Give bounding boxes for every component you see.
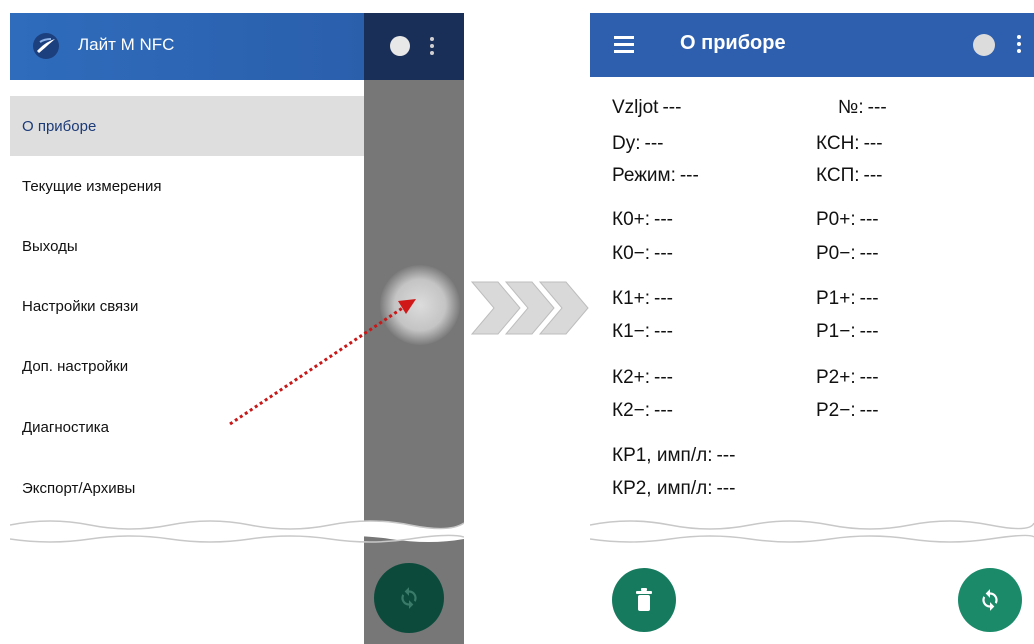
field-value: --- (654, 288, 673, 309)
field-p1-minus: Р1−: --- (816, 321, 879, 343)
field-label: К0+: (612, 209, 651, 230)
app-bar: О приборе (590, 13, 1034, 77)
chevron-arrows-icon (470, 281, 589, 335)
app-logo-icon (33, 33, 59, 59)
field-label: Р1−: (816, 321, 856, 342)
field-kp1: КР1, имп/л: --- (612, 445, 735, 467)
menu-item-extra-settings[interactable]: Доп. настройки (10, 336, 364, 396)
field-value: --- (679, 165, 699, 186)
field-value: --- (654, 209, 673, 230)
field-k0-plus: К0+: --- (612, 209, 673, 231)
menu-item-label: Экспорт/Архивы (22, 479, 136, 497)
field-value: --- (716, 445, 736, 466)
field-k2-plus: К2+: --- (612, 367, 673, 389)
delete-button[interactable] (612, 568, 676, 632)
field-label: К0−: (612, 243, 651, 264)
field-label: К2−: (612, 400, 651, 421)
menu-item-export-archives[interactable]: Экспорт/Архивы (10, 458, 364, 518)
field-number: №: --- (838, 97, 887, 119)
menu-item-diagnostics[interactable]: Диагностика (10, 397, 364, 457)
refresh-button[interactable] (958, 568, 1022, 632)
field-mode: Режим: --- (612, 165, 699, 187)
field-k2-minus: К2−: --- (612, 400, 673, 422)
menu-item-label: Настройки связи (22, 297, 139, 315)
menu-item-label: Доп. настройки (22, 357, 129, 375)
field-value: --- (859, 367, 879, 388)
field-label: К2+: (612, 367, 651, 388)
field-label: №: (838, 97, 864, 118)
field-label: Р0+: (816, 209, 856, 230)
field-label: Р1+: (816, 288, 856, 309)
menu-item-label: Текущие измерения (22, 177, 162, 195)
field-value: --- (716, 478, 736, 499)
field-label: КСП: (816, 165, 860, 186)
field-k1-plus: К1+: --- (612, 288, 673, 310)
field-label: Режим: (612, 165, 676, 186)
field-value: --- (859, 209, 879, 230)
field-p0-minus: Р0−: --- (816, 243, 879, 265)
field-value: --- (654, 400, 673, 421)
field-label: Vzljot (612, 97, 659, 118)
field-ksn: КСН: --- (816, 133, 883, 155)
field-label: К1+: (612, 288, 651, 309)
status-dot-icon (390, 36, 410, 56)
field-label: К1−: (612, 321, 651, 342)
field-label: Dy: (612, 133, 641, 154)
field-label: КСН: (816, 133, 860, 154)
left-phone-screen: Лайт М NFC О приборе Текущие измерения В… (10, 13, 464, 644)
field-value: --- (654, 243, 673, 264)
hamburger-menu-icon[interactable] (614, 36, 636, 54)
field-label: Р2+: (816, 367, 856, 388)
page-title: О приборе (680, 32, 786, 54)
menu-item-outputs[interactable]: Выходы (10, 216, 364, 276)
field-value: --- (867, 97, 887, 118)
status-dot-icon (973, 34, 995, 56)
more-vert-icon[interactable] (430, 37, 434, 55)
dimmed-app-bar (364, 13, 464, 80)
field-label: КР2, имп/л: (612, 478, 713, 499)
field-value: --- (859, 321, 879, 342)
menu-item-current-measurements[interactable]: Текущие измерения (10, 156, 364, 216)
field-label: Р0−: (816, 243, 856, 264)
field-value: --- (859, 288, 879, 309)
drawer-header: Лайт М NFC (10, 13, 364, 80)
field-label: КР1, имп/л: (612, 445, 713, 466)
delete-icon (636, 588, 652, 611)
menu-item-about[interactable]: О приборе (10, 96, 364, 156)
more-vert-icon[interactable] (1017, 35, 1021, 55)
right-phone-screen: О приборе Vzljot --- Dy: --- Режим: --- К0+… (590, 13, 1034, 644)
field-value: --- (654, 367, 673, 388)
refresh-icon (401, 587, 417, 609)
field-k1-minus: К1−: --- (612, 321, 673, 343)
field-value: --- (644, 133, 664, 154)
field-p2-minus: Р2−: --- (816, 400, 879, 422)
field-p2-plus: Р2+: --- (816, 367, 879, 389)
menu-item-label: Выходы (22, 237, 78, 255)
field-value: --- (859, 243, 879, 264)
menu-item-connection-settings[interactable]: Настройки связи (10, 276, 364, 336)
field-dy: Dy: --- (612, 133, 663, 155)
field-p0-plus: Р0+: --- (816, 209, 879, 231)
menu-item-label: О приборе (22, 117, 97, 135)
field-value: --- (859, 400, 879, 421)
field-ksp: КСП: --- (816, 165, 883, 187)
field-label: Р2−: (816, 400, 856, 421)
field-value: --- (654, 321, 673, 342)
touch-indicator (380, 265, 460, 345)
field-vzljot: Vzljot --- (612, 97, 681, 119)
field-k0-minus: К0−: --- (612, 243, 673, 265)
field-value: --- (863, 165, 883, 186)
field-kp2: КР2, имп/л: --- (612, 478, 735, 500)
field-p1-plus: Р1+: --- (816, 288, 879, 310)
menu-item-label: Диагностика (22, 418, 109, 436)
drawer-title: Лайт М NFC (78, 35, 175, 54)
field-value: --- (863, 133, 883, 154)
refresh-icon (982, 589, 998, 611)
refresh-button-dimmed (374, 563, 444, 633)
torn-edge (590, 520, 1034, 543)
field-value: --- (662, 97, 682, 118)
